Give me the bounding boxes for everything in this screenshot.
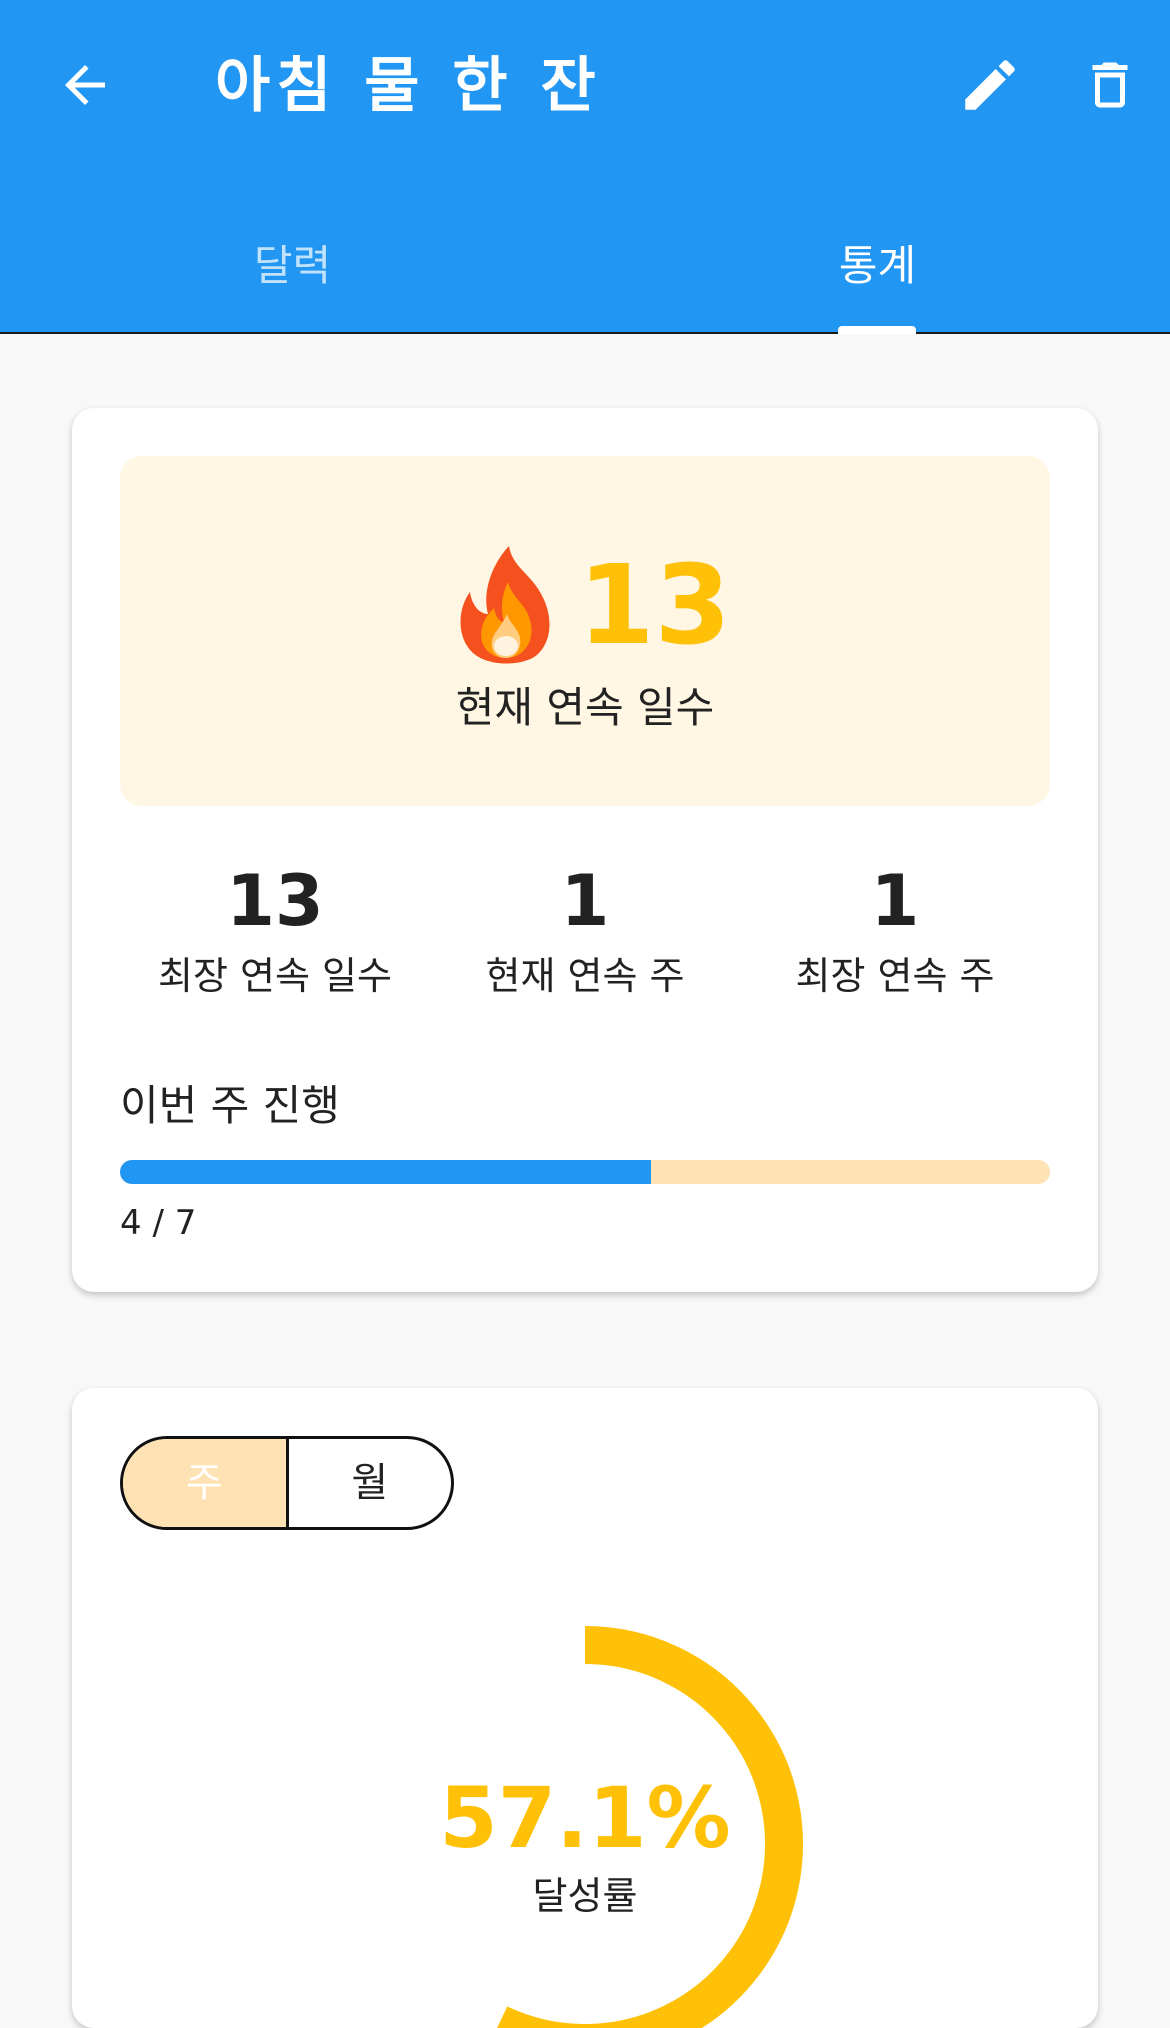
current-streak-panel: 13 현재 연속 일수 (120, 456, 1050, 806)
achievement-rate-value: 57.1% (439, 1769, 731, 1867)
stat-current-weekly-streak: 1 현재 연속 주 (430, 856, 740, 1004)
trash-icon (1092, 62, 1128, 108)
achievement-ring-chart (367, 1626, 803, 2028)
stat-value: 1 (870, 860, 920, 942)
tab-stats[interactable]: 통계 (585, 226, 1170, 306)
stat-value: 13 (226, 860, 324, 942)
week-progress-fill (120, 1160, 652, 1184)
week-progress-title: 이번 주 진행 (120, 1081, 340, 1130)
stat-longest-weekly-streak: 1 최장 연속 주 (740, 856, 1050, 1004)
stat-longest-daily-streak: 13 최장 연속 일수 (120, 856, 430, 1004)
achievement-rate-label: 달성률 (532, 1874, 638, 1918)
back-button[interactable] (40, 40, 130, 130)
delete-button[interactable] (1062, 40, 1158, 130)
stat-label: 최장 연속 일수 (158, 954, 392, 998)
stat-value: 1 (560, 860, 610, 942)
streak-card: 13 현재 연속 일수 13 최장 연속 일수 1 현재 연속 주 1 최장 연… (72, 408, 1098, 1292)
week-progress-count: 4 / 7 (120, 1203, 197, 1243)
page-title: 아침 물 한 잔 (215, 51, 602, 121)
stat-label: 현재 연속 주 (485, 954, 685, 998)
app-bar: 아침 물 한 잔 달력 통계 (0, 0, 1170, 334)
pencil-icon (965, 60, 1015, 110)
fire-icon (460, 546, 550, 664)
current-streak-value: 13 (578, 541, 732, 669)
week-progress-bar (120, 1160, 1050, 1184)
tab-indicator (838, 326, 916, 334)
arrow-left-icon (65, 65, 105, 105)
edit-button[interactable] (942, 40, 1038, 130)
achievement-rate-card: 주 월 57.1% 달성률 (72, 1388, 1098, 2028)
current-streak-label: 현재 연속 일수 (455, 683, 715, 732)
stat-label: 최장 연속 주 (795, 954, 995, 998)
tab-calendar[interactable]: 달력 (0, 226, 585, 306)
